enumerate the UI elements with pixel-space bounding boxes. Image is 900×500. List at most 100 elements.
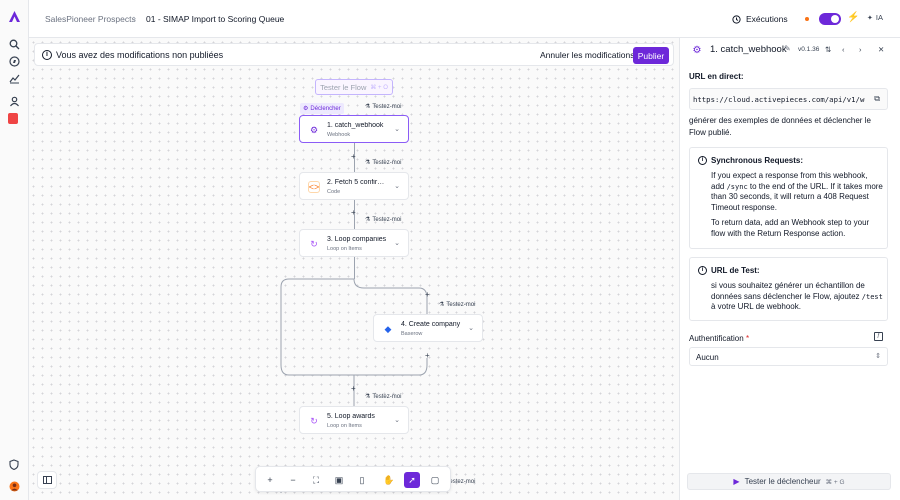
user-avatar[interactable]	[7, 479, 21, 493]
panel-header: ⚙ 1. catch_webhook ✎ v0.1.36 ⇅ ‹ › ✕	[680, 38, 900, 62]
test-me-button[interactable]: ⚗Testez-moi	[365, 216, 401, 224]
ai-button[interactable]: ✦ IA	[867, 13, 883, 22]
breadcrumb-project[interactable]: SalesPioneer Prospects	[45, 14, 136, 24]
test-trigger-shortcut: ⌘ + G	[825, 478, 845, 486]
minimap-icon[interactable]: ▯	[354, 472, 370, 488]
chevron-down-icon[interactable]: ⌄	[468, 324, 474, 332]
node-title: 4. Create company	[401, 321, 461, 328]
add-step-icon[interactable]: +	[351, 208, 356, 217]
flow-step-node[interactable]: ◆ 4. Create company Baserow ⌄	[373, 314, 483, 342]
test-me-label: Testez-moi	[372, 159, 402, 166]
flask-icon: ⚗	[439, 302, 445, 308]
add-step-icon[interactable]: +	[351, 152, 356, 161]
add-step-icon[interactable]: +	[351, 384, 356, 393]
flow-step-node[interactable]: ⚙ 1. catch_webhook Webhook ⌄	[299, 115, 409, 143]
play-icon: ▶	[733, 477, 740, 486]
live-url-label: URL en direct:	[689, 72, 744, 81]
search-icon[interactable]	[7, 37, 21, 51]
sync-paragraph-1: If you expect a response from this webho…	[711, 171, 883, 213]
explore-icon[interactable]	[7, 54, 21, 68]
chevron-down-icon[interactable]: ⌄	[394, 416, 400, 424]
top-bar: SalesPioneer Prospects › 01 - SIMAP Impo…	[29, 0, 900, 38]
test-me-label: Testez-moi	[372, 103, 402, 110]
chevron-down-icon[interactable]: ⌄	[276, 13, 282, 21]
test-trigger-button[interactable]: ▶ Tester le déclencheur ⌘ + G	[687, 473, 891, 490]
executions-button[interactable]: Exécutions	[732, 11, 788, 27]
users-icon[interactable]	[7, 94, 21, 108]
info-icon: i	[698, 156, 707, 165]
loop-icon: ↻	[310, 415, 318, 426]
webhook-description: générer des exemples de données et décle…	[689, 116, 871, 137]
sync-paragraph-2: To return data, add an Webhook step to y…	[711, 218, 870, 238]
test-me-button[interactable]: ⚗Testez-moi	[439, 301, 475, 309]
node-title: 1. catch_webhook	[327, 122, 384, 129]
breadcrumb-separator-icon: ›	[133, 13, 136, 23]
add-step-icon[interactable]: +	[425, 351, 430, 360]
test-url-text: si vous souhaitez générer un échantillon…	[711, 281, 865, 301]
notifications-icon[interactable]	[8, 113, 18, 124]
live-url-field[interactable]: https://cloud.activepieces.com/api/v1/we…	[689, 88, 888, 110]
auth-select[interactable]: Aucun ⇕	[689, 347, 888, 366]
dynamic-value-icon[interactable]: ƒ	[874, 332, 883, 341]
close-icon[interactable]: ✕	[878, 45, 884, 54]
node-subtitle: Loop on Items	[327, 423, 362, 429]
shield-icon[interactable]	[7, 457, 21, 471]
publish-button[interactable]: Publier	[633, 47, 669, 64]
pencil-icon[interactable]: ✎	[784, 44, 791, 53]
test-trigger-label: Tester le déclencheur	[744, 477, 821, 486]
bolt-icon[interactable]: ⚡	[847, 12, 859, 23]
select-pointer-icon[interactable]: ➚	[404, 472, 420, 488]
trigger-tag: ⚙ Déclencher	[300, 103, 344, 114]
loop-connector	[280, 278, 428, 493]
step-settings-panel: ⚙ 1. catch_webhook ✎ v0.1.36 ⇅ ‹ › ✕ URL…	[679, 38, 900, 500]
discard-changes-button[interactable]: Annuler les modifications	[540, 50, 635, 60]
unpublished-message: Vous avez des modifications non publiées	[56, 50, 224, 60]
node-title: 5. Loop awards	[327, 413, 375, 420]
flow-step-node[interactable]: ↻ 3. Loop companies Loop on Items ⌄	[299, 229, 409, 257]
panel-title: 1. catch_webhook	[710, 44, 787, 55]
dashboard-icon[interactable]	[7, 71, 21, 85]
breadcrumb-flow-name[interactable]: 01 - SIMAP Import to Scoring Queue	[146, 14, 284, 24]
node-title: 3. Loop companies	[327, 236, 387, 243]
sync-code: /sync	[726, 182, 748, 191]
add-step-icon[interactable]: +	[425, 290, 430, 299]
test-me-button[interactable]: ⚗Testez-moi	[365, 393, 402, 401]
node-subtitle: Webhook	[327, 132, 351, 138]
toggle-side-panel-button[interactable]	[37, 471, 57, 489]
node-title: 2. Fetch 5 confirmed	[327, 179, 387, 186]
status-dot	[805, 17, 809, 21]
test-me-button[interactable]: ⚗Testez-moi	[365, 103, 402, 111]
webhook-icon: ⚙	[692, 44, 702, 56]
baserow-icon: ◆	[384, 323, 392, 334]
fit-view-icon[interactable]: ⛶	[308, 472, 324, 488]
flow-step-node[interactable]: <> 2. Fetch 5 confirmed Code ⌄	[299, 172, 409, 200]
zoom-out-icon[interactable]: −	[285, 472, 301, 488]
chevron-left-icon[interactable]: ‹	[842, 45, 845, 54]
chevron-up-down-icon: ⇕	[875, 353, 881, 360]
flow-canvas[interactable]: i Vous avez des modifications non publié…	[29, 38, 679, 500]
webhook-icon: ⚙	[309, 124, 319, 135]
test-me-button[interactable]: ⚗Testez-moi	[365, 159, 402, 167]
left-rail	[0, 0, 29, 500]
hand-icon[interactable]: ✋	[381, 472, 397, 488]
swap-icon[interactable]: ⇅	[825, 45, 831, 54]
test-me-label: Testez-moi	[372, 393, 402, 400]
copy-icon[interactable]: ⧉	[874, 94, 880, 104]
test-flow-button[interactable]: Tester le Flow ⌘ + O	[315, 79, 393, 95]
chevron-right-icon[interactable]: ›	[859, 45, 862, 54]
chevron-down-icon[interactable]: ⌄	[394, 182, 400, 190]
note-icon[interactable]: ▢	[427, 472, 443, 488]
node-subtitle: Baserow	[401, 331, 423, 337]
panel-icon	[42, 476, 52, 484]
activepieces-logo-icon[interactable]	[7, 9, 21, 23]
arrange-icon[interactable]: ▣	[331, 472, 347, 488]
chevron-down-icon[interactable]: ⌄	[394, 239, 400, 247]
flask-icon: ⚗	[365, 217, 371, 223]
flask-icon: ⚗	[365, 104, 371, 110]
history-icon	[732, 14, 741, 24]
flow-step-node[interactable]: ↻ 5. Loop awards Loop on Items ⌄	[299, 406, 409, 434]
chevron-down-icon[interactable]: ⌄	[394, 125, 400, 133]
flask-icon: ⚗	[365, 394, 371, 400]
zoom-in-icon[interactable]: +	[262, 472, 278, 488]
flow-enable-toggle[interactable]	[819, 13, 841, 25]
